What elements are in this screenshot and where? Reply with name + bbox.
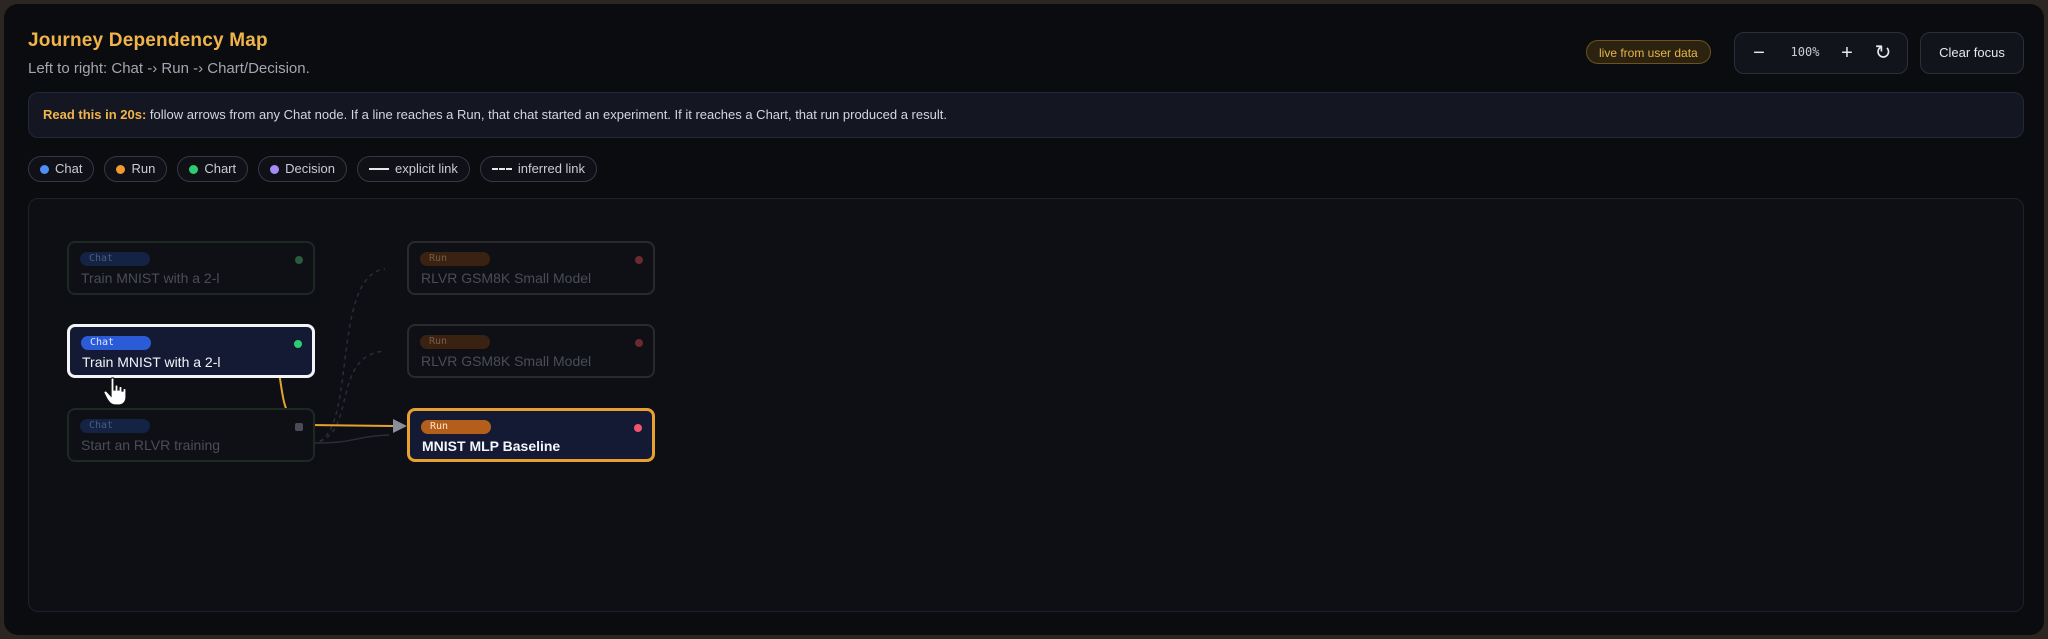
legend: Chat Run Chart Decision explicit link in… — [28, 156, 598, 182]
node-type-pill: Run — [420, 252, 490, 266]
run-dot-icon — [116, 164, 126, 174]
zoom-level: 100% — [1790, 45, 1820, 59]
dependency-graph-canvas[interactable]: Chat Train MNIST with a 2-l Chat Train M… — [28, 198, 2024, 612]
status-dot-icon — [294, 340, 302, 348]
hint-text: follow arrows from any Chat node. If a l… — [146, 107, 947, 122]
live-data-badge: live from user data — [1586, 40, 1711, 64]
node-chat-1[interactable]: Chat Train MNIST with a 2-l — [67, 241, 315, 295]
edge-chat3-run1 — [311, 268, 386, 444]
reading-hint: Read this in 20s: follow arrows from any… — [28, 92, 2024, 138]
node-type-pill: Chat — [81, 336, 151, 350]
node-label: Train MNIST with a 2-l — [82, 354, 221, 370]
node-label: MNIST MLP Baseline — [422, 438, 561, 454]
legend-run-label: Run — [131, 161, 156, 176]
decision-dot-icon — [270, 164, 280, 174]
page-title: Journey Dependency Map — [28, 30, 268, 51]
legend-explicit-label: explicit link — [394, 161, 458, 176]
node-label: RLVR GSM8K Small Model — [421, 353, 592, 369]
status-dot-icon — [295, 423, 303, 431]
node-run-3[interactable]: Run MNIST MLP Baseline — [407, 408, 655, 462]
node-type-pill: Chat — [80, 419, 150, 433]
status-dot-icon — [635, 339, 643, 347]
node-chat-3[interactable]: Chat Start an RLVR training — [67, 408, 315, 462]
legend-chart-label: Chart — [204, 161, 237, 176]
graph-edges — [246, 268, 407, 444]
edge-chat2-run3-tail — [308, 424, 394, 427]
legend-run[interactable]: Run — [104, 156, 168, 182]
status-dot-icon — [634, 424, 642, 432]
node-run-2[interactable]: Run RLVR GSM8K Small Model — [407, 324, 655, 378]
zoom-controls: − 100% + ↻ — [1734, 32, 1908, 74]
page-subtitle: Left to right: Chat -› Run -› Chart/Deci… — [28, 60, 310, 77]
legend-inferred-label: inferred link — [517, 161, 586, 176]
journey-dependency-panel: Journey Dependency Map Left to right: Ch… — [4, 4, 2044, 635]
node-type-pill: Run — [421, 420, 491, 434]
dashed-line-icon — [491, 168, 512, 170]
legend-chart[interactable]: Chart — [177, 156, 249, 182]
chat-dot-icon — [40, 164, 49, 174]
active-arrow-icon — [393, 419, 407, 433]
node-chat-2[interactable]: Chat Train MNIST with a 2-l — [67, 324, 315, 378]
legend-explicit-link[interactable]: explicit link — [356, 156, 470, 182]
legend-decision[interactable]: Decision — [258, 156, 347, 182]
hand-cursor-icon — [103, 377, 127, 406]
edge-chat3-run2 — [311, 350, 386, 444]
clear-focus-button[interactable]: Clear focus — [1920, 32, 2024, 74]
node-run-1[interactable]: Run RLVR GSM8K Small Model — [407, 241, 655, 295]
status-dot-icon — [295, 256, 303, 264]
legend-chat[interactable]: Chat — [28, 156, 95, 182]
legend-inferred-link[interactable]: inferred link — [479, 156, 598, 182]
zoom-out-button[interactable]: − — [1747, 41, 1771, 65]
node-label: Start an RLVR training — [81, 437, 221, 453]
node-type-pill: Run — [420, 335, 490, 349]
edge-chat3-run3 — [311, 434, 390, 444]
status-dot-icon — [635, 256, 643, 264]
node-type-pill: Chat — [80, 252, 150, 266]
hint-lead: Read this in 20s: — [43, 107, 147, 122]
legend-decision-label: Decision — [285, 161, 335, 176]
node-label: RLVR GSM8K Small Model — [421, 270, 592, 286]
solid-line-icon — [368, 168, 389, 170]
chart-dot-icon — [189, 164, 199, 174]
node-label: Train MNIST with a 2-l — [81, 270, 220, 286]
reset-zoom-icon[interactable]: ↻ — [1871, 41, 1895, 65]
zoom-in-button[interactable]: + — [1835, 41, 1859, 65]
legend-chat-label: Chat — [55, 161, 83, 176]
